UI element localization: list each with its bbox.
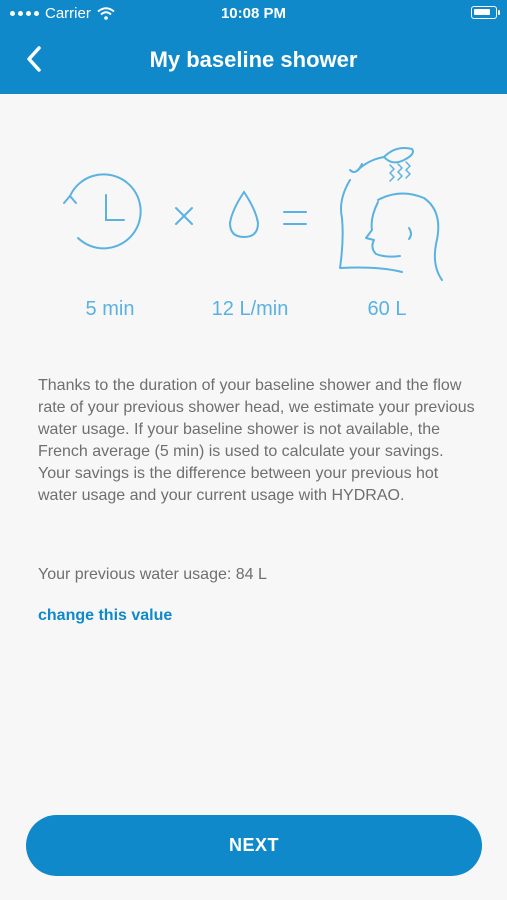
page-title: My baseline shower bbox=[149, 47, 358, 72]
total-value: 60 L bbox=[367, 298, 407, 320]
water-drop-icon bbox=[228, 190, 260, 239]
shower-person-icon bbox=[339, 147, 443, 281]
status-time: 10:08 PM bbox=[220, 5, 287, 22]
battery-icon bbox=[471, 6, 500, 19]
clock-icon bbox=[63, 173, 142, 250]
formula-values: 5 min 12 L/min 60 L bbox=[0, 298, 507, 328]
app-header: Carrier 10:08 PM My baseline shower bbox=[0, 0, 507, 94]
change-value-link[interactable]: change this value bbox=[38, 607, 172, 625]
next-button[interactable]: NEXT bbox=[26, 815, 482, 876]
previous-usage-text: Your previous water usage: 84 L bbox=[38, 566, 267, 583]
description-text: Thanks to the duration of your baseline … bbox=[38, 377, 475, 504]
next-button-label: NEXT bbox=[228, 835, 279, 855]
duration-value: 5 min bbox=[85, 298, 135, 320]
status-bar: Carrier 10:08 PM bbox=[0, 0, 507, 28]
equals-icon bbox=[283, 211, 307, 225]
multiply-icon bbox=[175, 207, 193, 225]
flow-rate-value: 12 L/min bbox=[211, 298, 289, 320]
formula-illustration bbox=[63, 147, 443, 281]
